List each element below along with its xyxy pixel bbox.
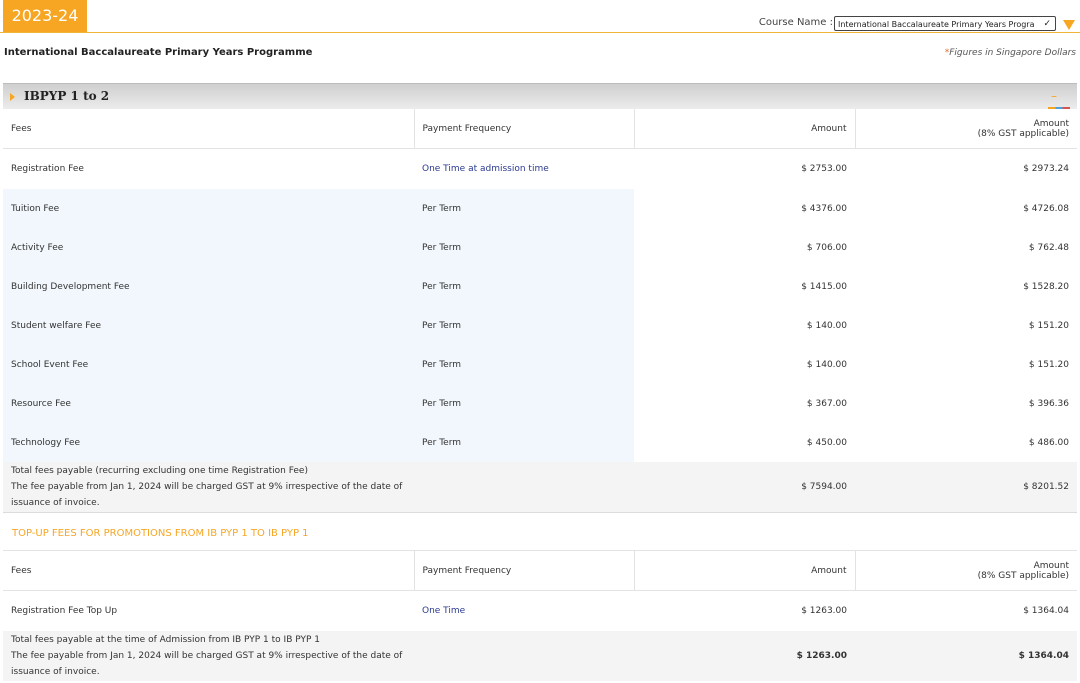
total-line-1: Total fees payable (recurring excluding …: [11, 466, 308, 476]
total-line-1: Total fees payable at the time of Admiss…: [11, 635, 320, 645]
fee-name: Student welfare Fee: [3, 306, 414, 345]
fee-amount: $ 140.00: [634, 306, 855, 345]
fee-name: Tuition Fee: [3, 189, 414, 228]
header-amount-gst: Amount (8% GST applicable): [854, 109, 1077, 149]
header-fees: Fees: [3, 109, 414, 149]
total-line-3: issuance of invoice.: [11, 498, 100, 508]
fee-amount: $ 706.00: [634, 228, 855, 267]
fee-amount: $ 1415.00: [634, 267, 855, 306]
header-frequency: Payment Frequency: [413, 109, 634, 149]
total-description: Total fees payable (recurring excluding …: [3, 462, 634, 513]
fee-amount: $ 4376.00: [634, 189, 855, 228]
fee-name: Registration Fee Top Up: [3, 590, 414, 631]
table-row: Building Development Fee Per Term $ 1415…: [3, 267, 1077, 306]
table-row: Resource Fee Per Term $ 367.00 $ 396.36: [3, 384, 1077, 423]
table-header-row: Fees Payment Frequency Amount Amount (8% …: [3, 109, 1077, 149]
fee-amount: $ 140.00: [634, 345, 855, 384]
fee-frequency: Per Term: [414, 306, 634, 345]
fee-amount-gst: $ 1364.04: [855, 590, 1077, 631]
fee-amount-gst: $ 151.20: [855, 345, 1077, 384]
fee-frequency: Per Term: [414, 228, 634, 267]
fee-frequency: Per Term: [414, 267, 634, 306]
section-title: IBPYP 1 to 2: [24, 89, 110, 103]
fee-frequency: Per Term: [414, 384, 634, 423]
top-bar-divider: [0, 32, 1080, 33]
year-badge[interactable]: 2023-24: [3, 0, 87, 32]
table-row: Student welfare Fee Per Term $ 140.00 $ …: [3, 306, 1077, 345]
header-amount-gst-line1: Amount: [1033, 560, 1069, 571]
table-row: Registration Fee Top Up One Time $ 1263.…: [3, 590, 1077, 631]
fee-name: Technology Fee: [3, 423, 414, 462]
total-amount: $ 1263.00: [634, 631, 855, 681]
total-amount-gst: $ 8201.52: [855, 462, 1077, 513]
header-amount: Amount: [633, 551, 855, 591]
fee-name: School Event Fee: [3, 345, 414, 384]
fee-name: Registration Fee: [3, 148, 414, 189]
course-name-label: Course Name :: [758, 17, 833, 28]
fee-amount-gst: $ 486.00: [855, 423, 1077, 462]
fee-frequency: One Time at admission time: [414, 148, 634, 189]
header-amount-gst-line2: (8% GST applicable): [977, 128, 1069, 139]
fee-table: Fees Payment Frequency Amount Amount (8% …: [3, 109, 1077, 513]
header-amount-gst: Amount (8% GST applicable): [854, 551, 1077, 591]
fee-frequency: Per Term: [414, 423, 634, 462]
total-description: Total fees payable at the time of Admiss…: [3, 631, 634, 681]
table-row: Technology Fee Per Term $ 450.00 $ 486.0…: [3, 423, 1077, 462]
table-row: Registration Fee One Time at admission t…: [3, 148, 1077, 189]
top-bar: 2023-24 Course Name : International Bacc…: [0, 0, 1080, 34]
header-fees: Fees: [3, 551, 414, 591]
section-arrow-icon: [10, 93, 15, 101]
fee-name: Building Development Fee: [3, 267, 414, 306]
total-row: Total fees payable at the time of Admiss…: [3, 631, 1077, 681]
fee-name: Resource Fee: [3, 384, 414, 423]
total-line-3: issuance of invoice.: [11, 667, 100, 677]
total-line-2: The fee payable from Jan 1, 2024 will be…: [11, 651, 403, 661]
course-select[interactable]: International Baccalaureate Primary Year…: [834, 16, 1056, 31]
fee-amount: $ 1263.00: [634, 590, 855, 631]
chevron-down-icon: ✓: [1043, 19, 1051, 29]
table-row: Activity Fee Per Term $ 706.00 $ 762.48: [3, 228, 1077, 267]
currency-note-text: Figures in Singapore Dollars: [949, 48, 1076, 58]
fee-amount-gst: $ 151.20: [855, 306, 1077, 345]
topup-table: Fees Payment Frequency Amount Amount (8% …: [3, 551, 1077, 681]
total-amount-gst: $ 1364.04: [855, 631, 1077, 681]
header-frequency: Payment Frequency: [413, 551, 634, 591]
fee-amount: $ 2753.00: [634, 148, 855, 189]
fee-amount-gst: $ 2973.24: [855, 148, 1077, 189]
topup-title: TOP-UP FEES FOR PROMOTIONS FROM IB PYP 1…: [12, 528, 309, 539]
table-row: School Event Fee Per Term $ 140.00 $ 151…: [3, 345, 1077, 384]
fee-frequency: One Time: [414, 590, 634, 631]
total-row: Total fees payable (recurring excluding …: [3, 462, 1077, 513]
fee-amount: $ 367.00: [634, 384, 855, 423]
section-header[interactable]: IBPYP 1 to 2 –: [3, 83, 1077, 109]
total-line-2: The fee payable from Jan 1, 2024 will be…: [11, 482, 403, 492]
programme-title: International Baccalaureate Primary Year…: [4, 47, 313, 58]
course-select-value: International Baccalaureate Primary Year…: [838, 20, 1034, 29]
fee-amount-gst: $ 762.48: [855, 228, 1077, 267]
header-amount-gst-line2: (8% GST applicable): [977, 570, 1069, 581]
fee-name: Activity Fee: [3, 228, 414, 267]
fee-amount: $ 450.00: [634, 423, 855, 462]
header-amount-gst-line1: Amount: [1033, 118, 1069, 129]
table-row: Tuition Fee Per Term $ 4376.00 $ 4726.08: [3, 189, 1077, 228]
header-amount: Amount: [633, 109, 855, 149]
fee-frequency: Per Term: [414, 345, 634, 384]
filter-icon[interactable]: [1063, 20, 1075, 30]
fee-amount-gst: $ 396.36: [855, 384, 1077, 423]
fee-frequency: Per Term: [414, 189, 634, 228]
total-amount: $ 7594.00: [634, 462, 855, 513]
currency-note: *Figures in Singapore Dollars: [945, 48, 1076, 58]
fee-amount-gst: $ 1528.20: [855, 267, 1077, 306]
fee-amount-gst: $ 4726.08: [855, 189, 1077, 228]
table-header-row: Fees Payment Frequency Amount Amount (8% …: [3, 551, 1077, 591]
collapse-icon[interactable]: –: [1051, 90, 1057, 102]
